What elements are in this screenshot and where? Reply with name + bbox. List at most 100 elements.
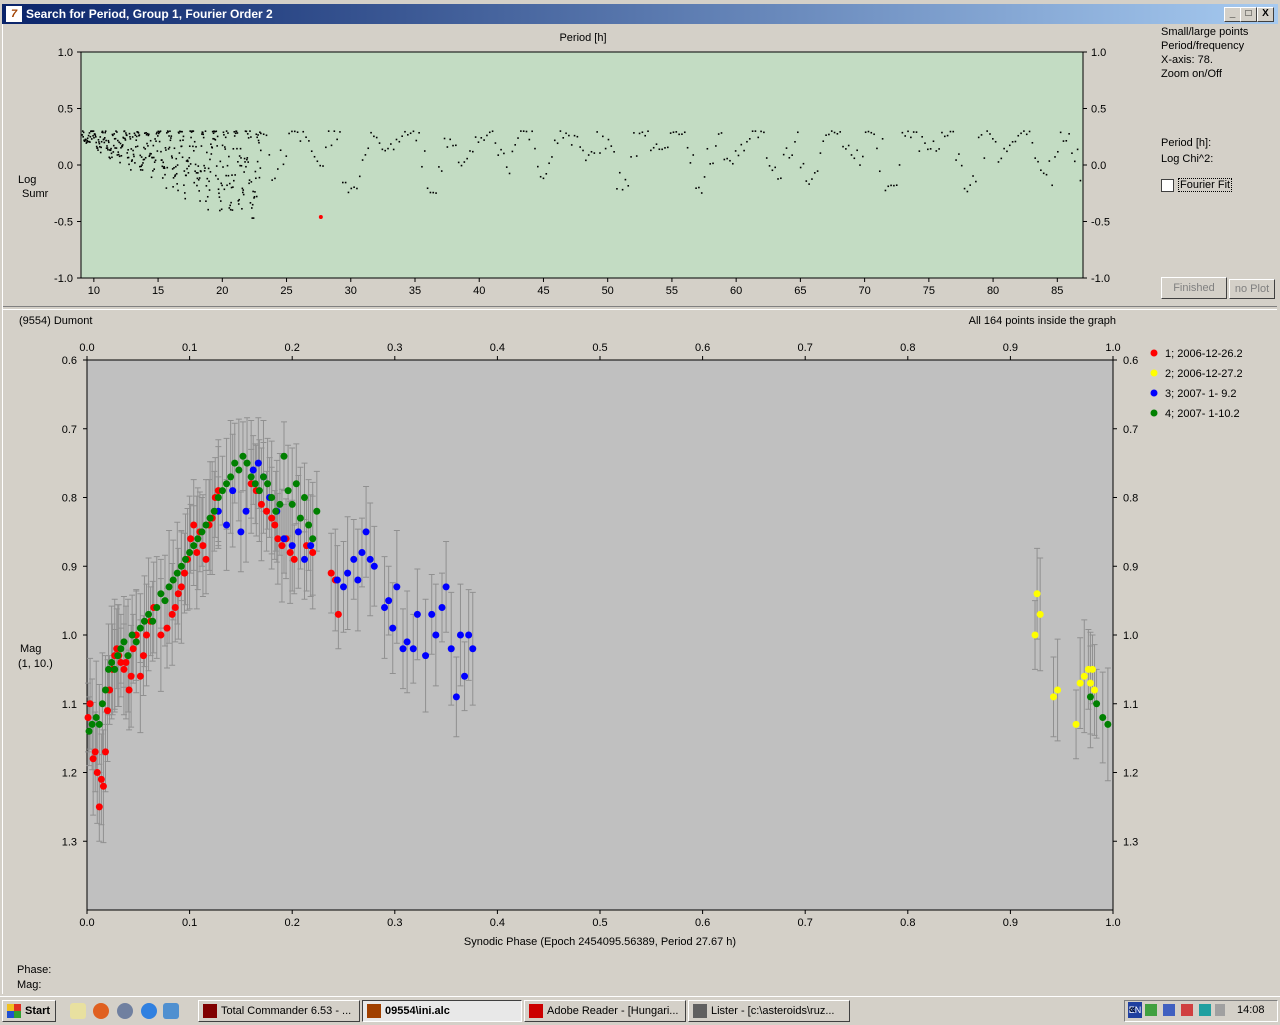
data-point <box>385 597 393 605</box>
fourier-fit-label[interactable]: Fourier Fit <box>1178 178 1233 192</box>
periodogram-point <box>169 130 171 133</box>
periodogram-point <box>1076 148 1079 151</box>
x-tick-label-top: 0.3 <box>387 342 402 354</box>
info-line-4[interactable]: Zoom on/Off <box>1161 68 1222 80</box>
periodogram-point <box>568 134 570 137</box>
periodogram-point <box>325 146 327 149</box>
periodogram-point <box>1034 157 1037 159</box>
taskbar-total-commander[interactable]: Total Commander 6.53 - ... <box>198 1000 360 1022</box>
periodogram-point <box>217 178 219 180</box>
taskbar-adobe-reader[interactable]: Adobe Reader - [Hungari... <box>524 1000 686 1022</box>
periodogram-point <box>460 164 463 167</box>
data-point <box>174 590 182 598</box>
periodogram-point <box>1065 139 1068 142</box>
x-tick-label: 0.0 <box>79 917 94 929</box>
periodogram-point <box>250 136 252 138</box>
start-button[interactable]: Start <box>2 1000 56 1022</box>
info-line-3[interactable]: X-axis: 78. <box>1161 54 1213 66</box>
data-point <box>1054 686 1062 694</box>
y-tick-label-right: -1.0 <box>1091 273 1110 285</box>
taskbar-label: Adobe Reader - [Hungari... <box>547 1005 679 1017</box>
phase-readout: Phase: <box>17 964 52 976</box>
quick-launch-icon[interactable] <box>163 1003 179 1019</box>
info-line-2[interactable]: Period/frequency <box>1161 40 1244 52</box>
periodogram-point <box>211 146 214 149</box>
periodogram-point <box>189 163 192 165</box>
periodogram-point <box>440 170 443 172</box>
tray-icon-1[interactable] <box>1145 1004 1157 1016</box>
data-point <box>86 700 94 708</box>
data-point <box>389 624 397 632</box>
volume-icon[interactable] <box>1215 1004 1225 1016</box>
clock[interactable]: 14:08 <box>1237 1004 1265 1016</box>
periodogram-point <box>1008 144 1011 147</box>
periodogram-point <box>246 158 248 161</box>
periodogram-plot[interactable]: 10 15 20 25 30 35 40 45 50 55 60 65 70 75 80 85 1.0 1.0 0.… <box>13 28 1155 306</box>
app-launcher-icon[interactable] <box>70 1003 86 1019</box>
periodogram-point <box>195 145 197 148</box>
periodogram-point <box>627 185 630 187</box>
periodogram-point <box>565 132 567 135</box>
info-line-1[interactable]: Small/large points <box>1161 26 1248 38</box>
taskbar-ini-alc[interactable]: 09554\ini.alc <box>362 1000 522 1022</box>
periodogram-point <box>833 131 836 134</box>
periodogram-point <box>134 162 136 164</box>
tray-icon-3[interactable] <box>1181 1004 1193 1016</box>
periodogram-point <box>95 145 98 148</box>
app-icon: 7 <box>6 6 22 22</box>
lightcurve-xlabel: Synodic Phase (Epoch 2454095.56389, Peri… <box>464 936 736 948</box>
periodogram-point <box>695 187 697 189</box>
internet-explorer-icon[interactable] <box>141 1003 157 1019</box>
firefox-icon[interactable] <box>93 1003 109 1019</box>
periodogram-point <box>200 170 202 173</box>
periodogram-point <box>201 131 204 134</box>
taskbar-lister[interactable]: Lister - [c:\asteroids\ruz... <box>688 1000 850 1022</box>
periodogram-point <box>268 154 271 156</box>
periodogram-point <box>265 134 268 137</box>
tray-expand-icon[interactable]: « <box>1129 1002 1136 1016</box>
data-point <box>301 555 309 563</box>
x-tick-label: 0.3 <box>387 917 402 929</box>
periodogram-point <box>258 141 260 144</box>
fourier-fit-checkbox[interactable] <box>1161 179 1174 192</box>
periodogram-point <box>129 136 131 138</box>
x-tick-label: 40 <box>473 285 485 297</box>
window-titlebar[interactable]: 7 Search for Period, Group 1, Fourier Or… <box>2 4 1278 24</box>
data-point <box>370 562 378 570</box>
periodogram-point <box>610 145 613 147</box>
periodogram-point <box>876 147 878 150</box>
lightcurve-plot[interactable]: 0.0 0.0 0.1 0.1 0.2 0.2 0.3 0.3 0.4 0.4 0.5 0.5 0.6 0… <box>13 310 1275 962</box>
y-tick-label: 0.5 <box>58 104 73 116</box>
periodogram-point <box>92 130 95 132</box>
data-point <box>438 604 446 611</box>
periodogram-point <box>534 147 536 150</box>
tray-icon-4[interactable] <box>1199 1004 1211 1016</box>
no-plot-button[interactable]: no Plot <box>1229 279 1275 299</box>
minimize-button[interactable]: _ <box>1224 7 1241 22</box>
periodogram-point <box>927 148 929 151</box>
periodogram-point <box>344 181 347 184</box>
tray-icon-2[interactable] <box>1163 1004 1175 1016</box>
data-point <box>91 748 99 756</box>
periodogram-point <box>207 208 209 211</box>
periodogram-point <box>986 130 988 132</box>
periodogram-point <box>148 133 150 136</box>
periodogram-point <box>136 145 139 148</box>
periodogram-point <box>109 149 112 152</box>
periodogram-point <box>299 140 302 142</box>
periodogram-point <box>227 132 229 134</box>
finished-button[interactable]: Finished <box>1161 277 1227 299</box>
periodogram-point <box>210 153 213 155</box>
close-button[interactable]: X <box>1257 7 1274 22</box>
periodogram-point <box>111 156 113 159</box>
periodogram-point <box>618 171 621 174</box>
periodogram-point <box>1003 147 1005 150</box>
periodogram-point <box>409 132 412 135</box>
periodogram-point <box>128 163 130 166</box>
periodogram-point <box>415 139 418 142</box>
data-point <box>461 672 469 680</box>
periodogram-point <box>238 198 241 201</box>
maximize-button[interactable]: □ <box>1240 7 1257 22</box>
browser-icon[interactable] <box>117 1003 133 1019</box>
periodogram-point <box>160 150 162 153</box>
